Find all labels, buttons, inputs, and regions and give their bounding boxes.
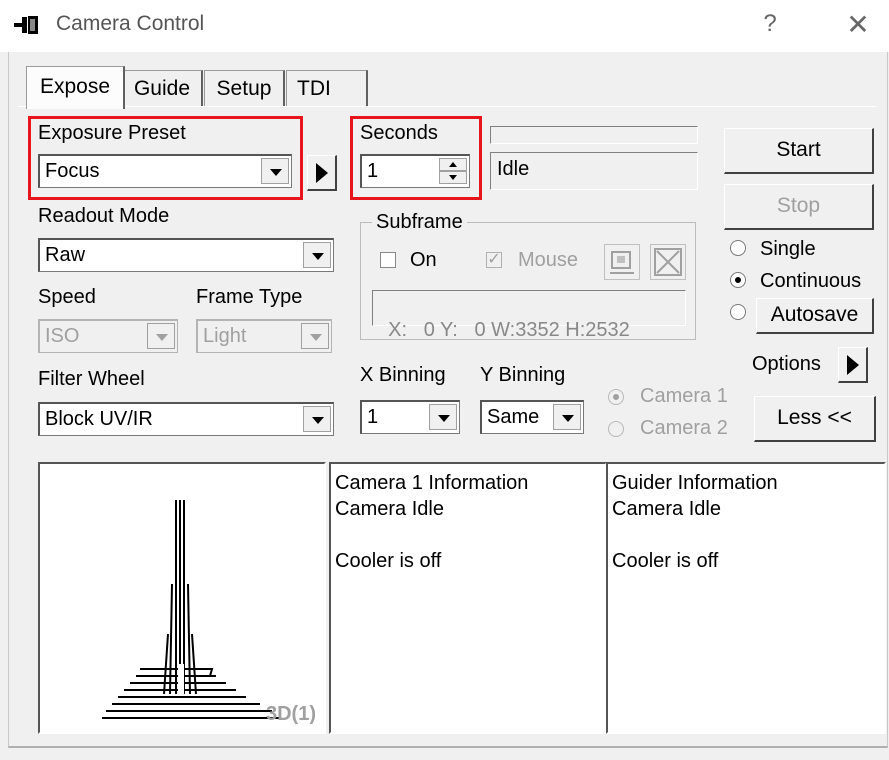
highlight-box-preset [28, 116, 303, 200]
frame-type-combo[interactable]: Light [196, 319, 332, 353]
guider-info-panel: Guider Information Camera Idle Cooler is… [606, 462, 886, 734]
tab-tdi[interactable]: TDI [286, 70, 368, 106]
subframe-select-icon[interactable] [604, 244, 640, 280]
camera-info-panel: Camera 1 Information Camera Idle Cooler … [329, 462, 607, 734]
start-button[interactable]: Start [724, 128, 874, 174]
camera-info-heading: Camera 1 Information [335, 472, 529, 494]
camera-1-label: Camera 1 [640, 385, 728, 407]
guider-info-status: Camera Idle [612, 498, 721, 520]
close-button[interactable]: ✕ [840, 8, 876, 41]
subframe-on-checkbox[interactable] [380, 252, 396, 268]
chevron-down-icon[interactable] [303, 406, 331, 432]
exposure-status: Idle [497, 158, 530, 180]
window-title: Camera Control [56, 12, 205, 35]
preset-menu-button[interactable] [307, 155, 337, 191]
camera-1-radio[interactable] [608, 389, 624, 405]
y-binning-value: Same [487, 406, 540, 428]
tab-expose[interactable]: Expose [26, 66, 125, 109]
autosave-radio[interactable] [730, 304, 746, 320]
chevron-down-icon[interactable] [303, 242, 331, 268]
frame-type-value: Light [203, 325, 247, 347]
exposure-status-field: Idle [490, 152, 698, 190]
subframe-label: Subframe [372, 211, 467, 234]
frame-type-label: Frame Type [196, 286, 303, 308]
readout-mode-label: Readout Mode [38, 205, 170, 227]
camera-app-icon [14, 16, 38, 34]
y-binning-combo[interactable]: Same [480, 400, 584, 434]
camera-2-label: Camera 2 [640, 417, 728, 439]
single-radio[interactable] [730, 240, 746, 256]
subframe-coords-field: X: 0 Y: 0 W:3352 H:2532 [372, 290, 686, 341]
preview-mode-label: 3D(1) [265, 703, 316, 725]
subframe-coords: X: 0 Y: 0 W:3352 H:2532 [388, 319, 630, 341]
tab-setup[interactable]: Setup [204, 70, 285, 107]
speed-value: ISO [45, 325, 80, 347]
readout-mode-value: Raw [45, 244, 86, 266]
guider-info-heading: Guider Information [612, 472, 778, 494]
camera-info-cooler: Cooler is off [335, 550, 442, 572]
continuous-label: Continuous [760, 270, 862, 292]
tab-panel-edge [18, 106, 876, 107]
x-binning-combo[interactable]: 1 [360, 400, 460, 434]
preview-3d-panel: 3D(1) [38, 462, 326, 734]
help-button[interactable]: ? [756, 10, 784, 38]
options-button[interactable] [838, 347, 868, 383]
subframe-on-label: On [410, 249, 437, 271]
less-button[interactable]: Less << [754, 396, 876, 442]
readout-mode-combo[interactable]: Raw [38, 238, 334, 272]
stop-button[interactable]: Stop [724, 184, 874, 230]
guider-info-cooler: Cooler is off [612, 550, 719, 572]
camera-2-radio[interactable] [608, 421, 624, 437]
speed-combo[interactable]: ISO [38, 319, 178, 353]
filter-wheel-label: Filter Wheel [38, 368, 145, 390]
tab-guide[interactable]: Guide [122, 70, 203, 107]
star-profile-plot [102, 500, 280, 719]
single-label: Single [760, 238, 816, 260]
chevron-down-icon[interactable] [301, 323, 329, 349]
subframe-full-icon[interactable] [650, 244, 686, 280]
camera-info-status: Camera Idle [335, 498, 444, 520]
subframe-mouse-label: Mouse [518, 249, 579, 271]
options-label: Options [752, 353, 821, 375]
chevron-down-icon[interactable] [553, 404, 581, 430]
x-binning-label: X Binning [360, 364, 446, 386]
speed-label: Speed [38, 286, 96, 308]
continuous-radio[interactable] [730, 272, 746, 288]
chevron-down-icon[interactable] [147, 323, 175, 349]
exposure-progress-bar [490, 126, 698, 144]
chevron-down-icon[interactable] [429, 404, 457, 430]
subframe-mouse-checkbox[interactable]: ✓ [486, 252, 502, 268]
filter-wheel-value: Block UV/IR [45, 408, 153, 430]
x-binning-value: 1 [367, 406, 379, 428]
autosave-button[interactable]: Autosave [756, 298, 874, 334]
y-binning-label: Y Binning [480, 364, 566, 386]
highlight-box-seconds [350, 116, 482, 200]
filter-wheel-combo[interactable]: Block UV/IR [38, 402, 334, 436]
